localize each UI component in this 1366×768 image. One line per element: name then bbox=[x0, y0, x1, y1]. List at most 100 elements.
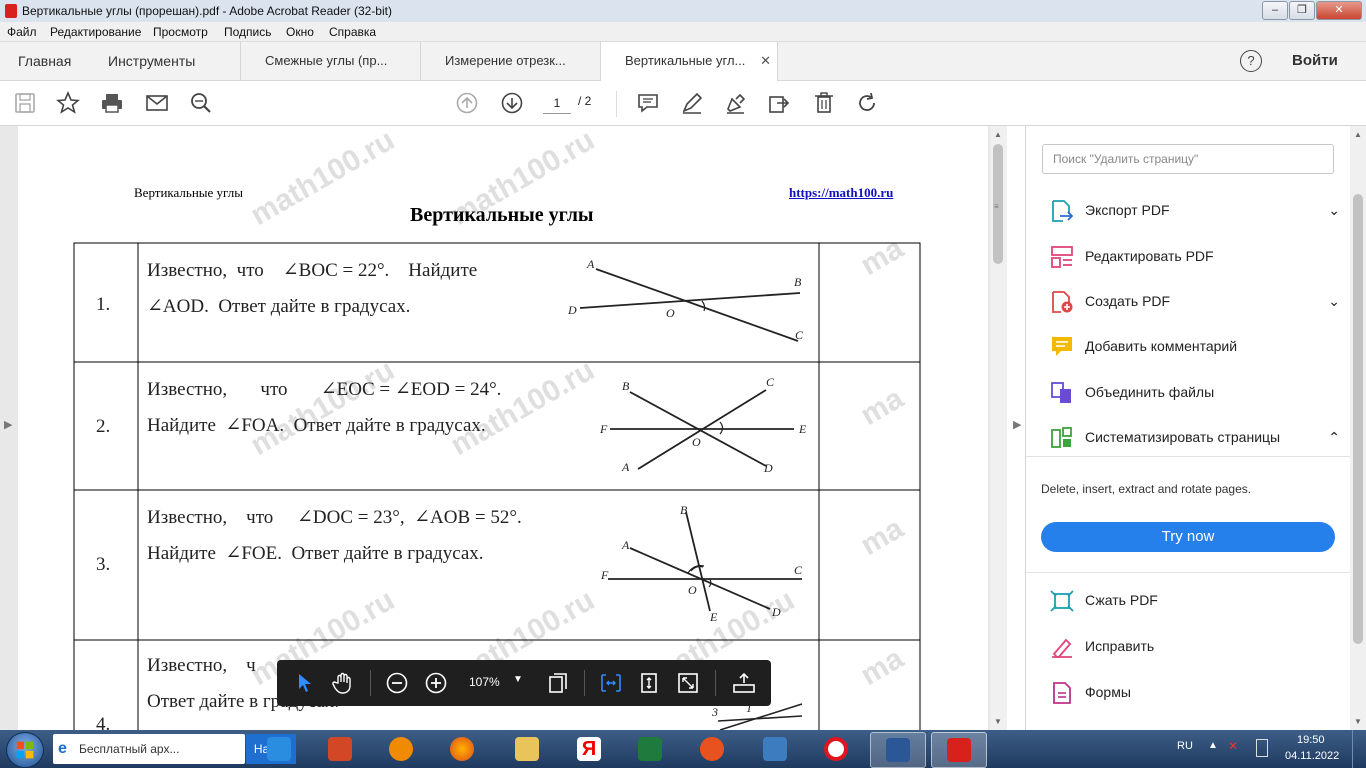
tab-tools[interactable]: Инструменты bbox=[108, 42, 195, 80]
sign-icon[interactable] bbox=[724, 91, 748, 115]
svg-text:ma: ma bbox=[855, 232, 909, 282]
tab-home[interactable]: Главная bbox=[18, 42, 71, 80]
menu-window[interactable]: Окно bbox=[286, 25, 314, 39]
tool-forms[interactable]: Формы bbox=[1050, 680, 1340, 706]
menu-sign[interactable]: Подпись bbox=[224, 25, 272, 39]
bookmark-star-icon[interactable] bbox=[55, 90, 81, 115]
close-tab-icon[interactable]: ✕ bbox=[760, 42, 771, 80]
highlight-icon[interactable] bbox=[680, 91, 704, 115]
minimize-button[interactable]: – bbox=[1262, 1, 1288, 20]
svg-text:O: O bbox=[688, 583, 697, 597]
hand-tool-icon[interactable] bbox=[331, 671, 355, 695]
full-screen-icon[interactable] bbox=[676, 671, 700, 695]
page-up-icon[interactable] bbox=[455, 91, 479, 115]
tool-edit-pdf[interactable]: Редактировать PDF bbox=[1050, 244, 1340, 270]
tool-export-pdf[interactable]: Экспорт PDF ⌄ bbox=[1050, 198, 1340, 224]
show-desktop-button[interactable] bbox=[1352, 730, 1366, 768]
read-mode-icon[interactable] bbox=[732, 671, 756, 695]
tools-pane-scrollbar[interactable]: ▲ ▼ bbox=[1350, 126, 1366, 730]
close-window-button[interactable]: ✕ bbox=[1316, 1, 1362, 20]
chevron-up-icon[interactable]: ⌃ bbox=[1328, 429, 1340, 446]
fit-width-icon[interactable] bbox=[599, 671, 623, 695]
taskbar-app[interactable] bbox=[685, 732, 739, 766]
tab-doc-vertical-angles[interactable]: Вертикальные угл... ✕ bbox=[600, 42, 778, 81]
network-status-icon[interactable]: ✕ bbox=[1228, 739, 1244, 753]
taskbar-search[interactable]: e Бесплатный арх... Найти bbox=[53, 734, 296, 764]
svg-text:math100.ru: math100.ru bbox=[445, 353, 600, 462]
chevron-down-icon[interactable]: ⌄ bbox=[1328, 202, 1340, 219]
problem-number: 1. bbox=[96, 294, 111, 315]
battery-icon[interactable] bbox=[1256, 739, 1268, 757]
try-now-button[interactable]: Try now bbox=[1041, 522, 1335, 552]
scroll-down-icon[interactable]: ▼ bbox=[1354, 717, 1362, 726]
tool-combine-files[interactable]: Объединить файлы bbox=[1050, 380, 1340, 406]
menu-edit[interactable]: Редактирование bbox=[50, 25, 141, 39]
tool-search-input[interactable]: Поиск "Удалить страницу" bbox=[1042, 144, 1334, 174]
game-icon bbox=[763, 737, 787, 761]
taskbar: e Бесплатный арх... Найти Я RU ▲ ✕ 19:50… bbox=[0, 730, 1366, 768]
svg-text:ma: ma bbox=[855, 512, 909, 562]
page-number-input[interactable]: 1 bbox=[543, 93, 571, 114]
left-panel-toggle-icon[interactable]: ▶ bbox=[4, 418, 14, 432]
zoom-in-icon[interactable] bbox=[424, 671, 448, 695]
taskbar-acrobat[interactable] bbox=[931, 732, 987, 768]
tray-expand-icon[interactable]: ▲ bbox=[1208, 740, 1218, 751]
taskbar-yandex[interactable]: Я bbox=[562, 732, 616, 766]
taskbar-explorer[interactable] bbox=[500, 732, 554, 766]
page-down-icon[interactable] bbox=[500, 91, 524, 115]
taskbar-firefox[interactable] bbox=[435, 732, 489, 766]
scrollbar-thumb[interactable] bbox=[1353, 194, 1363, 644]
scroll-down-icon[interactable]: ▼ bbox=[994, 717, 1002, 726]
clock-time[interactable]: 19:50 bbox=[1297, 734, 1325, 746]
tool-add-comment[interactable]: Добавить комментарий bbox=[1050, 334, 1340, 360]
language-indicator[interactable]: RU bbox=[1177, 740, 1193, 752]
zoom-icon[interactable] bbox=[189, 91, 213, 115]
svg-text:3: 3 bbox=[711, 705, 718, 719]
taskbar-ie[interactable] bbox=[252, 732, 306, 766]
mail-icon[interactable] bbox=[145, 91, 169, 115]
start-button[interactable] bbox=[6, 732, 44, 768]
save-icon[interactable] bbox=[13, 91, 37, 115]
create-pdf-icon bbox=[1052, 291, 1073, 313]
scroll-up-icon[interactable]: ▲ bbox=[994, 130, 1002, 139]
select-pointer-icon[interactable] bbox=[293, 671, 317, 695]
tool-organize-pages[interactable]: Систематизировать страницы ⌃ bbox=[1050, 425, 1340, 451]
taskbar-opera[interactable] bbox=[809, 732, 863, 766]
taskbar-game[interactable] bbox=[748, 732, 802, 766]
page-header-link[interactable]: https://math100.ru bbox=[789, 185, 893, 201]
restore-button[interactable]: ❐ bbox=[1289, 1, 1315, 20]
rotate-icon[interactable] bbox=[855, 91, 879, 115]
tab-doc-measurement[interactable]: Измерение отрезк... bbox=[420, 42, 600, 80]
tool-compress-pdf[interactable]: Сжать PDF bbox=[1050, 588, 1340, 614]
pane-divider bbox=[1026, 572, 1351, 573]
taskbar-powerpoint[interactable] bbox=[313, 732, 367, 766]
menu-view[interactable]: Просмотр bbox=[153, 25, 208, 39]
taskbar-excel[interactable] bbox=[623, 732, 677, 766]
zoom-level[interactable]: 107% bbox=[469, 675, 500, 689]
menu-help[interactable]: Справка bbox=[329, 25, 376, 39]
document-viewport[interactable]: math100.ru math100.ru math100.ru math100… bbox=[0, 126, 1007, 730]
zoom-out-icon[interactable] bbox=[385, 671, 409, 695]
tab-doc-adjacent-angles[interactable]: Смежные углы (пр... bbox=[240, 42, 420, 80]
export-icon[interactable] bbox=[767, 91, 791, 115]
tool-create-pdf[interactable]: Создать PDF ⌄ bbox=[1050, 289, 1340, 315]
scroll-up-icon[interactable]: ▲ bbox=[1354, 130, 1362, 139]
edit-pdf-icon bbox=[1051, 246, 1073, 268]
media-player-icon bbox=[389, 737, 413, 761]
right-panel-toggle-icon[interactable]: ▶ bbox=[1013, 418, 1023, 432]
zoom-dropdown-icon[interactable]: ▼ bbox=[513, 674, 523, 685]
taskbar-word[interactable] bbox=[870, 732, 926, 768]
document-scrollbar[interactable]: ▲ ≡ ▼ bbox=[990, 126, 1007, 730]
menu-file[interactable]: Файл bbox=[7, 25, 37, 39]
help-icon[interactable]: ? bbox=[1240, 50, 1262, 72]
delete-icon[interactable] bbox=[812, 91, 836, 115]
clock-date[interactable]: 04.11.2022 bbox=[1285, 750, 1339, 762]
print-icon[interactable] bbox=[100, 91, 124, 115]
chevron-down-icon[interactable]: ⌄ bbox=[1328, 293, 1340, 310]
taskbar-media-player[interactable] bbox=[374, 732, 428, 766]
fit-page-icon[interactable] bbox=[637, 671, 661, 695]
page-view-icon[interactable] bbox=[546, 671, 570, 695]
comment-icon[interactable] bbox=[636, 91, 660, 115]
tool-fix[interactable]: Исправить bbox=[1050, 634, 1340, 660]
sign-in-button[interactable]: Войти bbox=[1292, 42, 1338, 80]
